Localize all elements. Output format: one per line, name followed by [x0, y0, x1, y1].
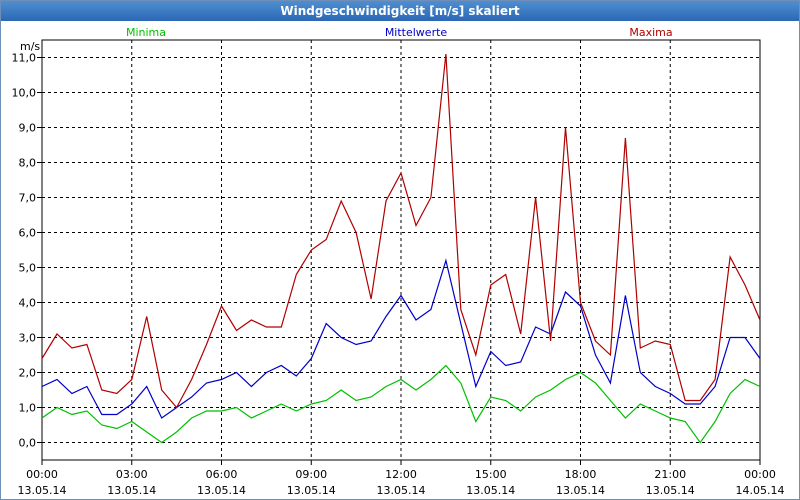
x-tick-date: 13.05.14	[287, 484, 336, 497]
legend-entry-maxima: Maxima	[629, 26, 672, 39]
grid-lines	[42, 40, 760, 460]
y-tick-label: 9,0	[19, 122, 37, 135]
x-tick-date: 13.05.14	[377, 484, 426, 497]
y-tick-label: 1,0	[19, 402, 37, 415]
x-tick-labels: 00:00 13.05.14 03:00 13.05.14 06:00 13.05.14 0…	[18, 468, 785, 497]
y-tick-label: 4,0	[19, 297, 37, 310]
x-tick-time: 00:00	[744, 468, 776, 481]
axes	[37, 39, 761, 465]
x-tick-time: 18:00	[565, 468, 597, 481]
x-tick-date: 13.05.14	[18, 484, 67, 497]
y-tick-label: 10,0	[12, 87, 37, 100]
y-tick-label: 5,0	[19, 262, 37, 275]
x-tick-time: 03:00	[116, 468, 148, 481]
y-axis-unit: m/s	[20, 40, 40, 53]
y-tick-label: 11,0	[12, 52, 37, 65]
x-tick-time: 00:00	[26, 468, 58, 481]
y-tick-label: 0,0	[19, 437, 37, 450]
x-tick-date: 13.05.14	[107, 484, 156, 497]
y-tick-label: 3,0	[19, 332, 37, 345]
legend-entry-mittelwerte: Mittelwerte	[385, 26, 448, 39]
y-tick-label: 8,0	[19, 157, 37, 170]
y-tick-label: 2,0	[19, 367, 37, 380]
y-tick-label: 7,0	[19, 192, 37, 205]
legend-entry-minima: Minima	[126, 26, 166, 39]
x-tick-date: 13.05.14	[646, 484, 695, 497]
x-tick-time: 09:00	[295, 468, 327, 481]
y-tick-labels: 0,0 1,0 2,0 3,0 4,0 5,0 6,0 7,0 8,0 9,0 10,0 11,0	[12, 52, 37, 450]
y-tick-label: 6,0	[19, 227, 37, 240]
x-tick-date: 14.05.14	[736, 484, 785, 497]
x-tick-date: 13.05.14	[466, 484, 515, 497]
chart-svg: 0,0 1,0 2,0 3,0 4,0 5,0 6,0 7,0 8,0 9,0 10,0 11,0 0…	[12, 26, 785, 497]
x-tick-time: 12:00	[385, 468, 417, 481]
x-tick-time: 21:00	[654, 468, 686, 481]
x-tick-date: 13.05.14	[197, 484, 246, 497]
x-tick-date: 13.05.14	[556, 484, 605, 497]
x-tick-time: 06:00	[206, 468, 238, 481]
legend: Minima Mittelwerte Maxima	[126, 26, 673, 39]
x-tick-time: 15:00	[475, 468, 507, 481]
